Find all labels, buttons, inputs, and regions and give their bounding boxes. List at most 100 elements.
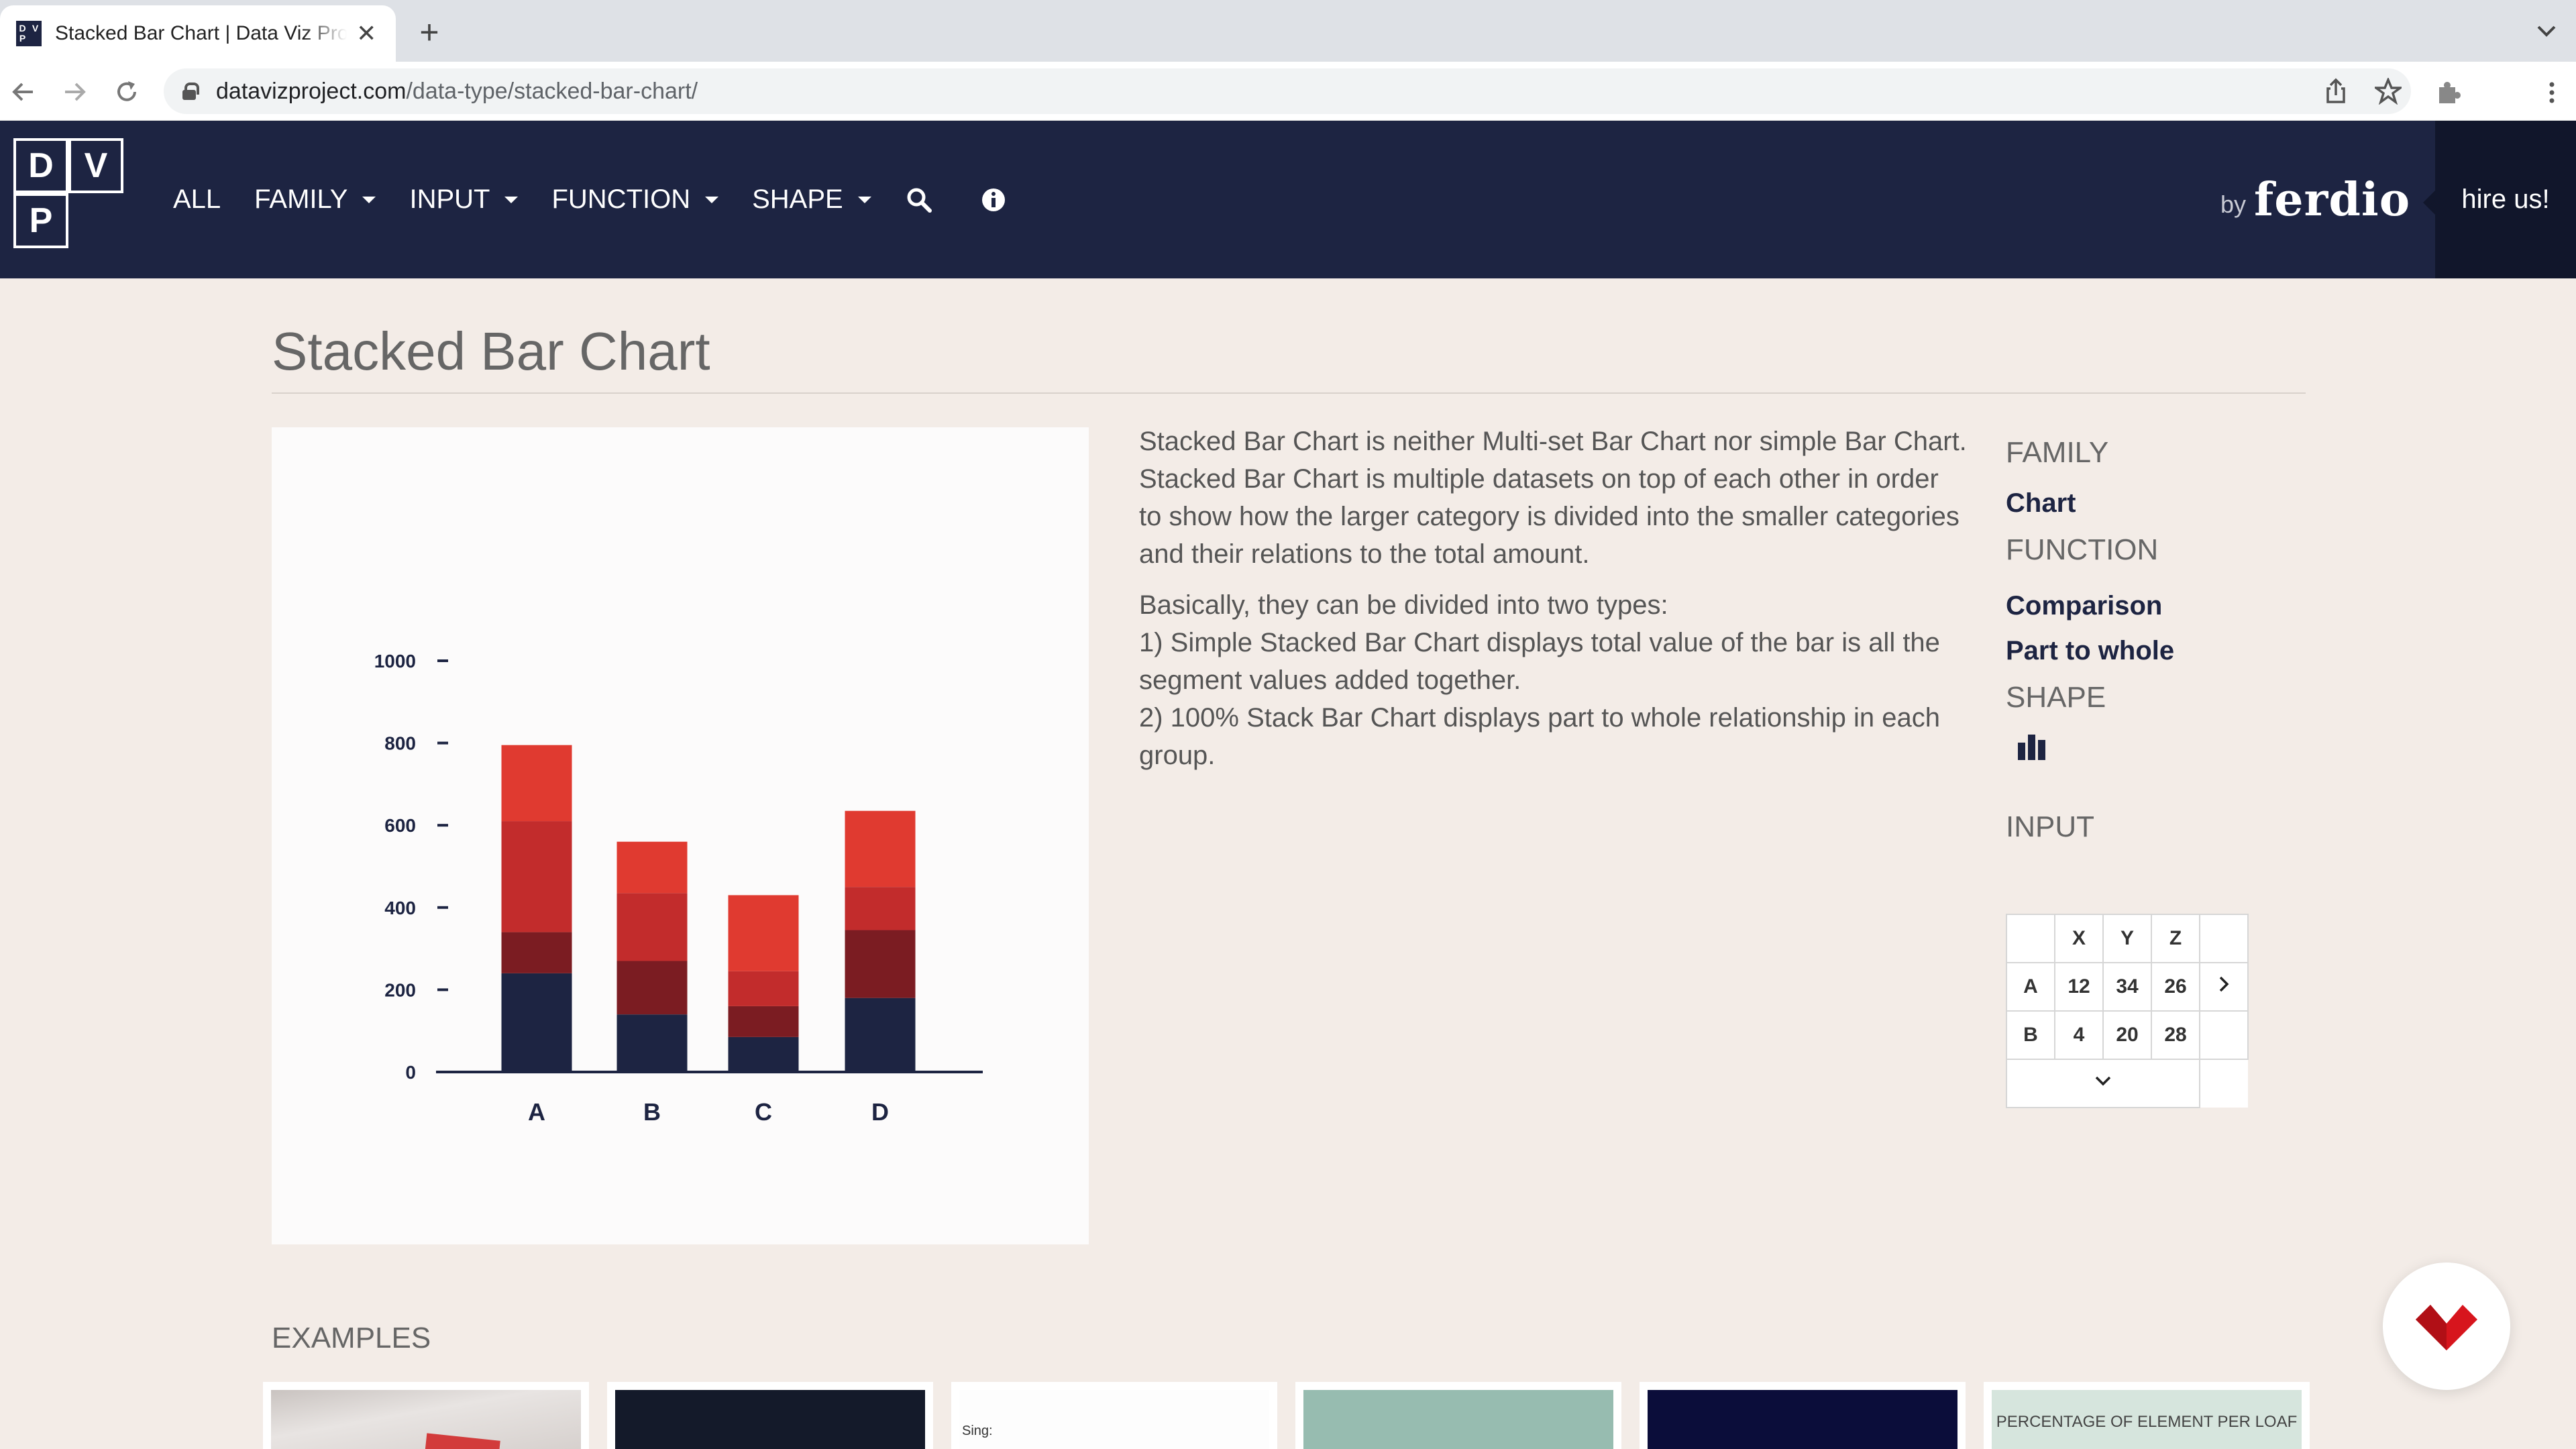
menu-all[interactable]: ALL (173, 184, 221, 215)
share-icon[interactable] (2322, 78, 2349, 105)
table-blank (2199, 1010, 2249, 1060)
ferdio-logo: ferdio (2254, 172, 2411, 227)
y-tick-label: 200 (384, 979, 416, 1000)
bar-segment (616, 1014, 688, 1072)
dvp-logo[interactable]: D V P (13, 138, 123, 248)
bookmark-star-icon[interactable] (2375, 78, 2402, 105)
info-icon[interactable] (980, 186, 1007, 213)
x-tick-label: C (755, 1098, 772, 1126)
logo-letter: P (13, 193, 68, 248)
browser-tab-bar: DVP Stacked Bar Chart | Data Viz Project… (0, 0, 2576, 62)
table-corner (2006, 914, 2055, 963)
table-blank (2199, 914, 2249, 963)
menu-family[interactable]: FAMILY (254, 184, 376, 215)
x-tick-label: D (871, 1098, 889, 1126)
example-thumbnail[interactable]: PERCENTAGE OF ELEMENT PER LOAF (1984, 1382, 2310, 1449)
y-tick-label: 1000 (374, 651, 416, 672)
bar-segment (728, 1036, 799, 1072)
back-icon[interactable] (7, 75, 40, 109)
caret-down-icon (362, 196, 376, 203)
menu-shape[interactable]: SHAPE (752, 184, 871, 215)
description-paragraph: Stacked Bar Chart is neither Multi-set B… (1139, 427, 1967, 569)
browser-menu-icon[interactable] (2538, 79, 2565, 106)
chat-logo-icon (2416, 1305, 2477, 1350)
example-thumbnail-text: PERCENTAGE OF ELEMENT PER LOAF (1996, 1413, 2298, 1431)
ferdio-brand[interactable]: by ferdio (2220, 121, 2410, 278)
browser-toolbar: datavizproject.com/data-type/stacked-bar… (0, 62, 2576, 121)
bar-segment (845, 998, 916, 1072)
table-cell: 20 (2102, 1010, 2152, 1060)
description-line: 2) 100% Stack Bar Chart displays part to… (1139, 703, 1940, 770)
browser-tab[interactable]: DVP Stacked Bar Chart | Data Viz Project… (0, 5, 396, 62)
site-header: D V P ALL FAMILY INPUT FUNCTION SHAPE by… (0, 121, 2576, 278)
family-link-chart[interactable]: Chart (2006, 488, 2288, 519)
extensions-icon[interactable] (2435, 79, 2462, 106)
x-tick-label: B (643, 1098, 661, 1126)
bar-segment (501, 932, 572, 973)
favicon-icon: DVP (16, 21, 42, 46)
y-tick-label: 600 (384, 815, 416, 836)
function-link-part-to-whole[interactable]: Part to whole (2006, 636, 2288, 666)
menu-function[interactable]: FUNCTION (551, 184, 719, 215)
logo-letter: D (13, 138, 68, 193)
description-line: Basically, they can be divided into two … (1139, 590, 1668, 620)
function-heading: FUNCTION (2006, 533, 2159, 566)
main-menu: ALL FAMILY INPUT FUNCTION SHAPE (173, 121, 1054, 278)
table-header-cell: Z (2151, 914, 2200, 963)
family-heading: FAMILY (2006, 436, 2109, 469)
function-link-comparison[interactable]: Comparison (2006, 591, 2288, 621)
search-icon[interactable] (905, 186, 933, 214)
chat-widget-button[interactable] (2383, 1263, 2510, 1390)
example-thumbnail[interactable] (263, 1382, 589, 1449)
hire-us-label: hire us! (2461, 184, 2550, 214)
title-divider (272, 392, 2306, 394)
input-example-table: X Y Z A 12 34 26 B 4 20 28 (2006, 914, 2249, 1108)
table-cell: 34 (2102, 962, 2152, 1012)
close-tab-icon[interactable]: ✕ (354, 19, 380, 48)
examples-heading: EXAMPLES (272, 1322, 431, 1354)
menu-shape-label: SHAPE (752, 184, 843, 214)
example-thumbnail[interactable] (1640, 1382, 1966, 1449)
bar-segment (616, 893, 688, 961)
forward-icon[interactable] (58, 75, 91, 109)
lock-icon (182, 83, 199, 100)
reload-icon[interactable] (110, 75, 144, 109)
caret-down-icon (504, 196, 519, 203)
example-thumbnail[interactable]: Sing: (951, 1382, 1277, 1449)
new-tab-icon[interactable]: + (409, 12, 449, 52)
table-cell: 4 (2054, 1010, 2104, 1060)
address-bar[interactable]: datavizproject.com/data-type/stacked-bar… (164, 68, 2411, 114)
bar-chart-shape-icon[interactable] (2017, 733, 2288, 763)
menu-function-label: FUNCTION (551, 184, 691, 214)
example-thumbnail-text: Sing: (962, 1424, 993, 1438)
caret-down-icon (857, 196, 871, 203)
table-row-label: B (2006, 1010, 2055, 1060)
example-thumbnail[interactable] (607, 1382, 933, 1449)
y-tick-label: 400 (384, 898, 416, 918)
bar-segment (845, 887, 916, 930)
bar-segment (616, 841, 688, 894)
bar-segment (728, 1006, 799, 1037)
menu-input[interactable]: INPUT (409, 184, 519, 215)
shape-heading: SHAPE (2006, 681, 2106, 714)
example-thumbnail[interactable] (1295, 1382, 1621, 1449)
bar-segment (616, 961, 688, 1015)
bar-segment (501, 973, 572, 1072)
table-cell: 12 (2054, 962, 2104, 1012)
table-row-label: A (2006, 962, 2055, 1012)
menu-input-label: INPUT (409, 184, 490, 214)
stacked-bar-chart: 0 200 400 600 800 1000 A B C D (374, 651, 983, 1126)
chart-illustration: 0 200 400 600 800 1000 A B C D (272, 427, 1089, 1244)
bar-segment (845, 810, 916, 888)
tab-search-chevron-icon[interactable] (2533, 17, 2560, 48)
table-blank (2200, 1059, 2248, 1108)
table-header-cell: X (2054, 914, 2104, 963)
bar-segment (845, 930, 916, 998)
sidebar-meta: FAMILY Chart FUNCTION Comparison Part to… (2006, 436, 2288, 863)
hire-us-button[interactable]: hire us! (2423, 121, 2576, 278)
chevron-right-icon (2199, 962, 2249, 1012)
table-cell: 28 (2151, 1010, 2200, 1060)
description: Stacked Bar Chart is neither Multi-set B… (1139, 423, 1968, 774)
chevron-down-icon (2006, 1059, 2200, 1108)
y-tick-label: 800 (384, 733, 416, 754)
